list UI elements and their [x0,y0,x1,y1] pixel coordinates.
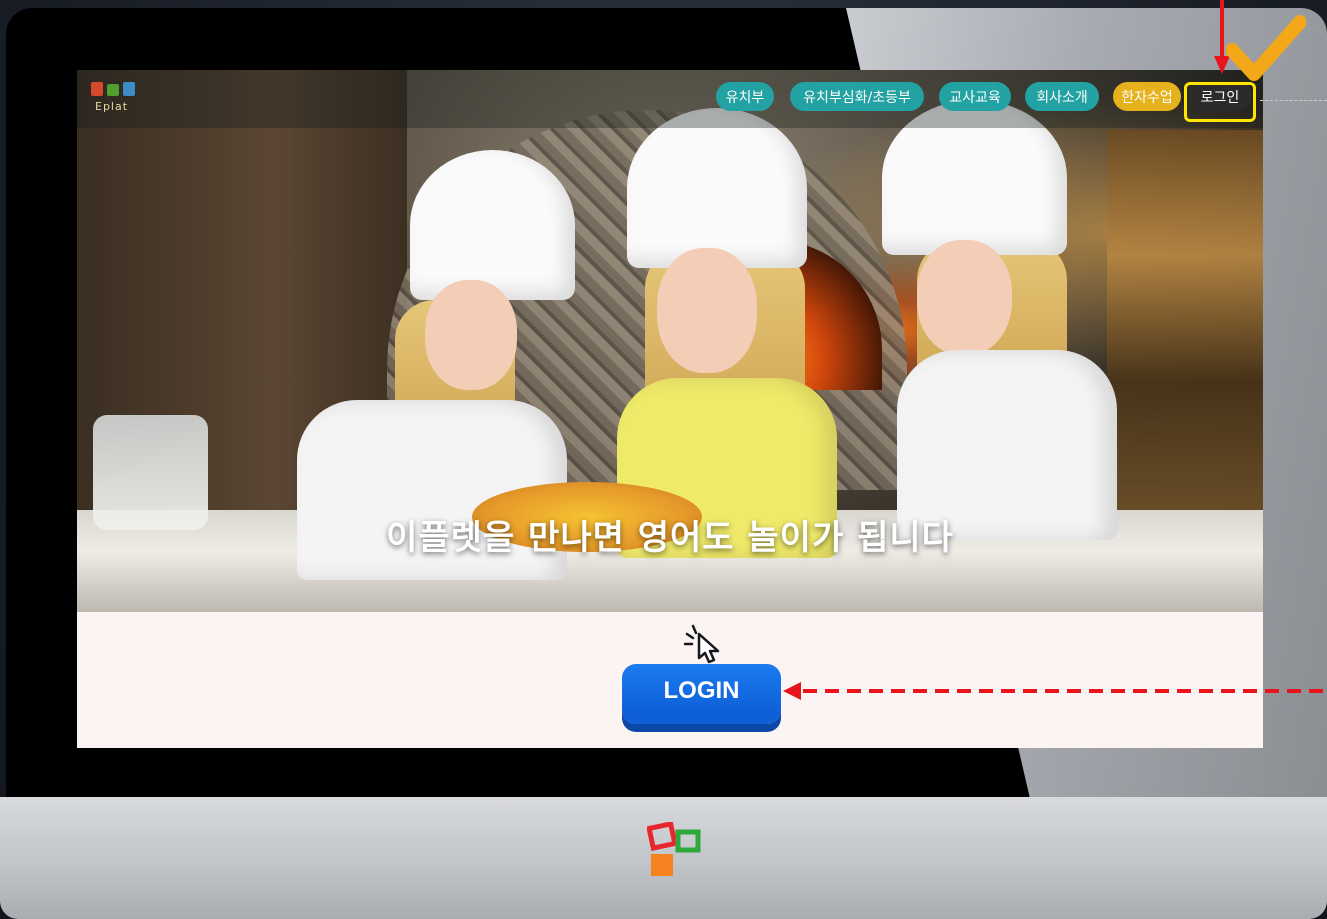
nav-label: 회사소개 [1036,89,1088,106]
hero-image: 이플렛을 만나면 영어도 놀이가 됩니다 [77,70,1263,612]
nav-label: 유치부심화/초등부 [803,89,911,106]
nav-label: 교사교육 [949,89,1001,106]
nav-hanja-class[interactable]: 한자수업 [1113,82,1181,111]
top-navbar: Eplat 유치부 유치부심화/초등부 교사교육 회사소개 한자수업 로그인 [77,70,1263,128]
brand-name: Eplat [95,100,129,113]
annotation-red-arrow [783,682,1327,700]
annotation-dotted-line [1260,100,1327,101]
nav-advanced-elementary[interactable]: 유치부심화/초등부 [790,82,924,111]
nav-teacher-training[interactable]: 교사교육 [939,82,1011,111]
nav-label: 한자수업 [1121,89,1173,106]
checkmark-icon [1226,15,1306,81]
brand-mark-icon [647,822,701,876]
child-chef-right [857,100,1157,550]
pointer-cursor-icon [683,624,720,664]
login-button[interactable]: LOGIN [622,664,781,724]
nav-label: 유치부 [725,89,765,106]
login-highlight-box [1184,82,1256,122]
nav-company-info[interactable]: 회사소개 [1025,82,1099,111]
website-screen: 이플렛을 만나면 영어도 놀이가 됩니다 Eplat 유치부 유치부심화/초등부… [77,70,1263,748]
nav-kindergarten[interactable]: 유치부 [716,82,774,111]
hero-caption: 이플렛을 만나면 영어도 놀이가 됩니다 [386,518,954,558]
